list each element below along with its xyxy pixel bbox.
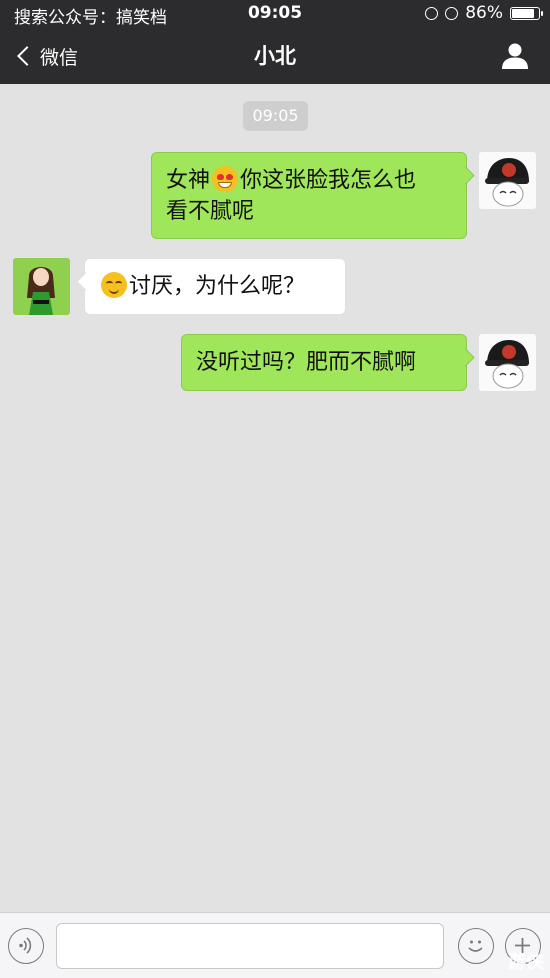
battery-icon xyxy=(510,6,543,20)
battery-fill xyxy=(512,8,535,18)
contact-avatar[interactable] xyxy=(13,258,70,315)
emoji-button[interactable] xyxy=(458,928,494,964)
message-text: 看不腻呢 xyxy=(166,199,255,224)
person-icon[interactable] xyxy=(500,42,530,70)
message-bubble-sent[interactable]: 没听过吗？肥而不腻啊 xyxy=(181,334,475,391)
alarm-icon xyxy=(445,6,459,20)
my-avatar[interactable] xyxy=(479,334,536,391)
message-timestamp: 09:05 xyxy=(243,101,308,131)
message-bubble-received[interactable]: 讨厌，为什么呢？ xyxy=(76,258,346,315)
message-bubble-sent[interactable]: 女神 你这张脸我怎么也看不腻呢 xyxy=(151,152,475,239)
battery-percent: 86% xyxy=(465,3,503,23)
chat-area[interactable]: 09:05 女神 你这张脸我怎么也 看不腻呢 讨厌，为什么呢？ 没听过吗？肥而不… xyxy=(0,84,550,912)
voice-toggle-button[interactable] xyxy=(8,928,44,964)
voice-icon xyxy=(19,937,32,954)
smiley-icon xyxy=(468,940,483,952)
shy-smile-emoji-icon xyxy=(101,272,127,298)
chat-title: 小北 xyxy=(254,44,296,68)
watermark-text: 游侠 xyxy=(508,952,544,973)
status-bar: 搜索公众号：搞笑档 09:05 86% xyxy=(0,0,550,28)
message-text: 你这张脸我怎么也 xyxy=(240,168,417,193)
message-text: 没听过吗？肥而不腻啊 xyxy=(196,350,417,375)
message-input[interactable] xyxy=(56,923,444,969)
rotation-lock-icon xyxy=(425,6,439,20)
heart-eyes-emoji-icon xyxy=(212,166,239,192)
nav-bar: 微信 小北 xyxy=(0,28,550,84)
status-right: 86% xyxy=(425,3,543,23)
message-text: 讨厌，为什么呢？ xyxy=(129,274,306,299)
input-bar: 游侠 xyxy=(0,912,550,978)
message-text: 女神 xyxy=(166,168,211,193)
my-avatar[interactable] xyxy=(479,152,536,209)
